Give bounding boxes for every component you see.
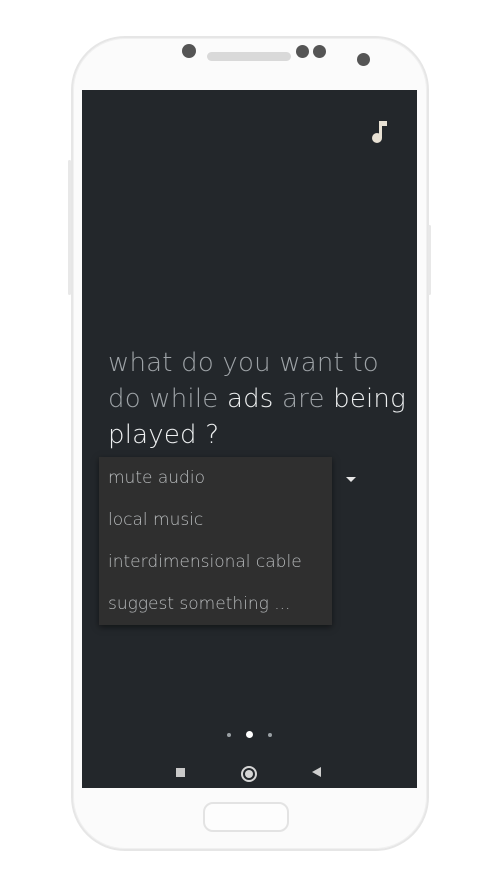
back-icon[interactable] xyxy=(312,767,321,777)
option-mute-audio[interactable]: mute audio xyxy=(99,457,332,499)
hardware-home-button[interactable] xyxy=(203,802,289,832)
front-camera-2 xyxy=(313,45,326,58)
option-interdimensional-cable[interactable]: interdimensional cable xyxy=(99,541,332,583)
page-dot[interactable] xyxy=(268,733,272,737)
onboarding-question: what do you want to do while ads are bei… xyxy=(108,345,408,453)
page-dot[interactable] xyxy=(227,733,231,737)
earpiece-speaker xyxy=(207,52,291,61)
front-sensor xyxy=(182,44,196,58)
power-button xyxy=(428,225,431,295)
option-local-music[interactable]: local music xyxy=(99,499,332,541)
question-text-2: are xyxy=(273,384,334,414)
music-note-icon[interactable] xyxy=(368,118,390,144)
question-highlight-ads: ads xyxy=(226,384,274,414)
page-indicator xyxy=(82,730,417,740)
recent-apps-icon[interactable] xyxy=(176,768,185,777)
volume-button xyxy=(68,160,71,295)
navigation-bar xyxy=(82,762,417,788)
dropdown-arrow-icon[interactable] xyxy=(346,477,356,482)
page-dot-active[interactable] xyxy=(246,731,253,738)
option-suggest-something[interactable]: suggest something ... xyxy=(99,583,332,625)
home-icon[interactable] xyxy=(241,766,257,782)
app-screen: what do you want to do while ads are bei… xyxy=(82,90,417,788)
dropdown-menu: mute audio local music interdimensional … xyxy=(99,457,332,625)
front-camera xyxy=(296,45,309,58)
proximity-sensor xyxy=(357,53,370,66)
